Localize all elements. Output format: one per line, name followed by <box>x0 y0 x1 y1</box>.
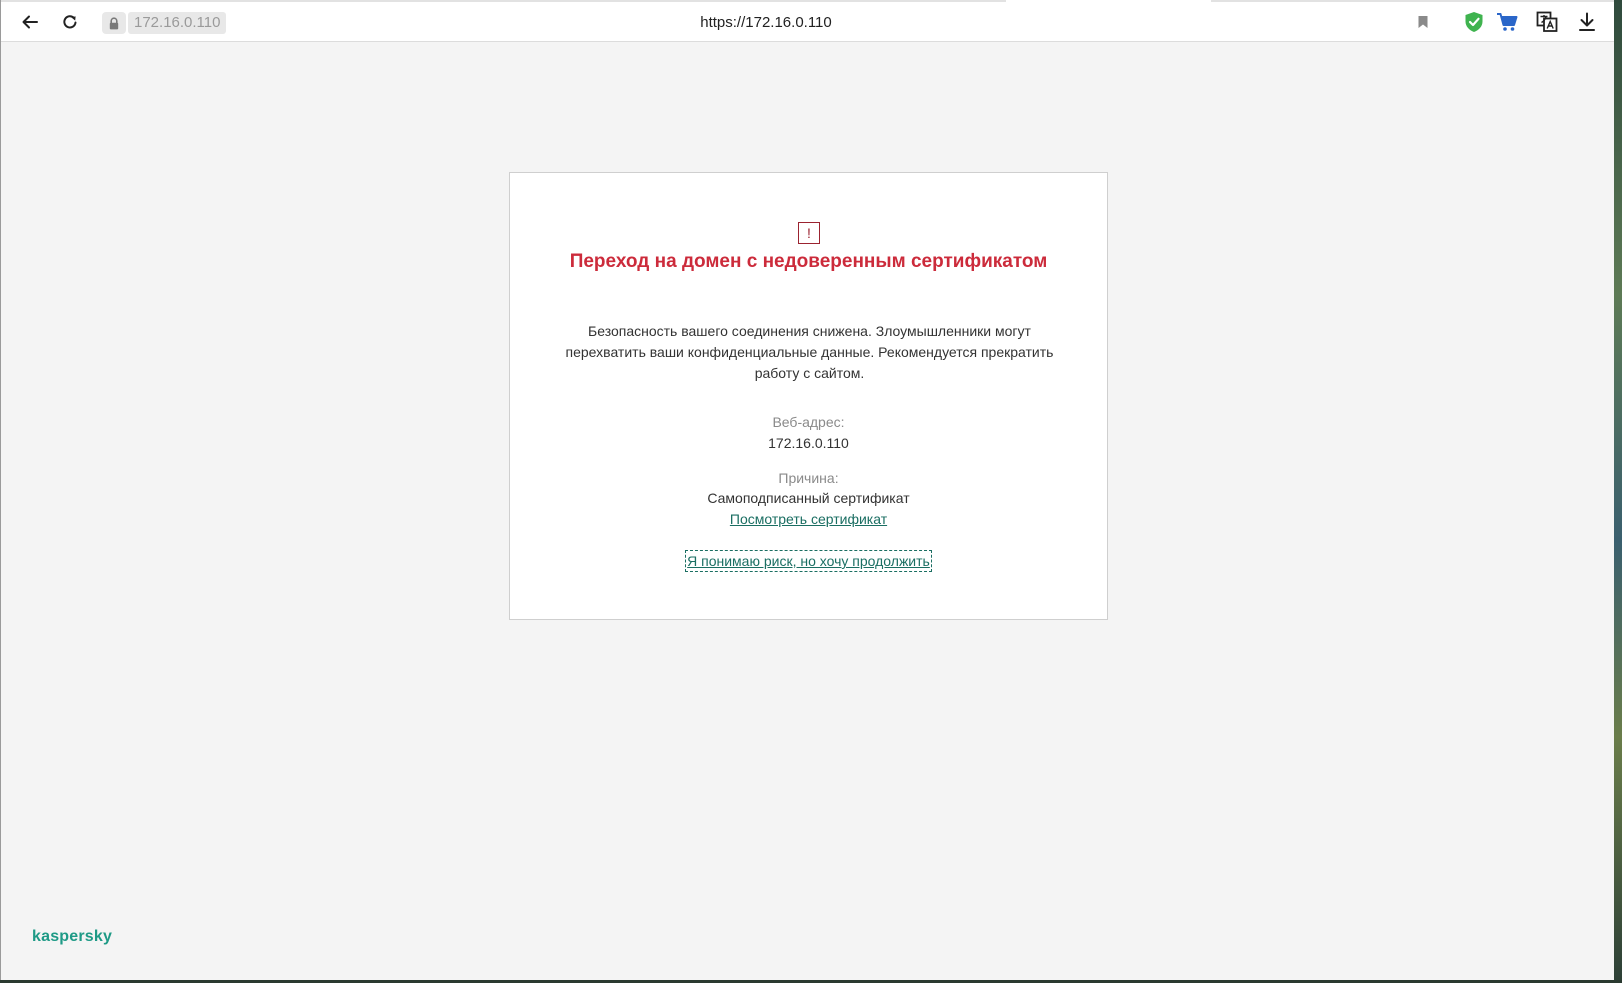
certificate-warning-card: ! Переход на домен с недоверенным сертиф… <box>509 172 1108 620</box>
address-url[interactable]: https://172.16.0.110 <box>601 12 931 34</box>
view-certificate-link-row: Посмотреть сертификат <box>510 509 1107 529</box>
translate-icon[interactable] <box>1531 6 1563 38</box>
web-address-label: Веб-адрес: <box>772 414 845 430</box>
back-arrow-icon[interactable] <box>14 6 46 38</box>
kaspersky-logo: kaspersky <box>32 928 113 945</box>
desktop-background <box>1614 0 1622 983</box>
cart-icon[interactable] <box>1491 6 1523 38</box>
kaspersky-shield-icon[interactable] <box>1458 6 1490 38</box>
reason-label: Причина: <box>778 470 839 486</box>
proceed-anyway-link[interactable]: Я понимаю риск, но хочу продолжить <box>685 550 932 572</box>
bookmark-icon[interactable] <box>1407 6 1439 38</box>
browser-window: 172.16.0.110 https://172.16.0.110 ! Пере… <box>0 0 1614 980</box>
proceed-link-row: Я понимаю риск, но хочу продолжить <box>510 550 1107 572</box>
reason-value: Самоподписанный сертификат <box>707 490 910 506</box>
warning-title: Переход на домен с недоверенным сертифик… <box>569 251 1048 272</box>
lock-icon[interactable] <box>102 12 126 34</box>
warning-icon: ! <box>798 222 820 244</box>
address-host[interactable]: 172.16.0.110 <box>128 12 227 34</box>
download-icon[interactable] <box>1571 6 1603 38</box>
web-address-value: 172.16.0.110 <box>768 435 849 451</box>
view-certificate-link[interactable]: Посмотреть сертификат <box>730 511 887 527</box>
browser-toolbar: 172.16.0.110 https://172.16.0.110 <box>1 2 1614 42</box>
reload-icon[interactable] <box>54 6 86 38</box>
warning-description: Безопасность вашего соединения снижена. … <box>565 323 1054 381</box>
